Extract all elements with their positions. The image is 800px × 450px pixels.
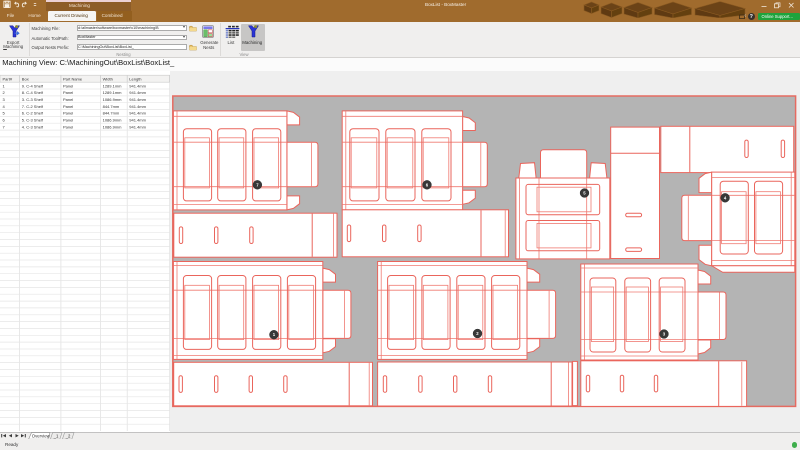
svg-text:Panel: Panel (63, 97, 73, 102)
svg-text:Width: Width (103, 77, 113, 82)
svg-text:941.4mm: 941.4mm (129, 84, 146, 89)
svg-text:5: 5 (3, 111, 6, 116)
svg-text:941.4mm: 941.4mm (129, 125, 146, 130)
svg-text:Panel: Panel (63, 90, 73, 95)
svg-text:Panel: Panel (63, 125, 73, 130)
svg-text:941.4mm: 941.4mm (129, 104, 146, 109)
svg-text:7: 7 (3, 125, 6, 130)
svg-text:844.7mm: 844.7mm (103, 111, 120, 116)
svg-text:_2: _2 (65, 433, 71, 438)
svg-text:Part Name: Part Name (63, 77, 83, 82)
svg-text:6: 6 (3, 118, 6, 123)
svg-text:941.4mm: 941.4mm (129, 111, 146, 116)
svg-text:Panel: Panel (63, 84, 73, 89)
svg-text:941.4mm: 941.4mm (129, 97, 146, 102)
svg-text:0: 0 (744, 14, 745, 18)
svg-text:1: 1 (3, 84, 6, 89)
svg-text:6. C-2 Shelf: 6. C-2 Shelf (22, 111, 44, 116)
svg-text:4. C-3 Shelf: 4. C-3 Shelf (22, 125, 44, 130)
svg-text:Box: Box (22, 77, 29, 82)
svg-text:9. C-4 Shelf: 9. C-4 Shelf (22, 84, 44, 89)
svg-text:1289.1mm: 1289.1mm (103, 84, 123, 89)
svg-text:4: 4 (3, 104, 6, 109)
svg-text:5. C-3 Shelf: 5. C-3 Shelf (22, 118, 44, 123)
svg-text:3. C-3 Shelf: 3. C-3 Shelf (22, 97, 44, 102)
svg-text:Panel: Panel (63, 118, 73, 123)
svg-text:3: 3 (3, 97, 6, 102)
svg-text:8. C-4 Shelf: 8. C-4 Shelf (22, 90, 44, 95)
svg-text:1086.9mm: 1086.9mm (103, 118, 123, 123)
svg-text:941.4mm: 941.4mm (129, 118, 146, 123)
svg-text:941.4mm: 941.4mm (129, 90, 146, 95)
svg-text:Length: Length (129, 77, 141, 82)
svg-text:1289.1mm: 1289.1mm (103, 90, 123, 95)
svg-text:7. C-2 Shelf: 7. C-2 Shelf (22, 104, 44, 109)
svg-text:Panel: Panel (63, 111, 73, 116)
svg-text:_1: _1 (53, 433, 59, 438)
svg-text:Part#: Part# (3, 77, 13, 82)
svg-text:2: 2 (3, 90, 6, 95)
svg-text:Panel: Panel (63, 104, 73, 109)
svg-text:844.7mm: 844.7mm (103, 104, 120, 109)
svg-text:Overview: Overview (32, 433, 51, 438)
svg-text:1086.9mm: 1086.9mm (103, 97, 123, 102)
svg-text:1086.9mm: 1086.9mm (103, 125, 123, 130)
